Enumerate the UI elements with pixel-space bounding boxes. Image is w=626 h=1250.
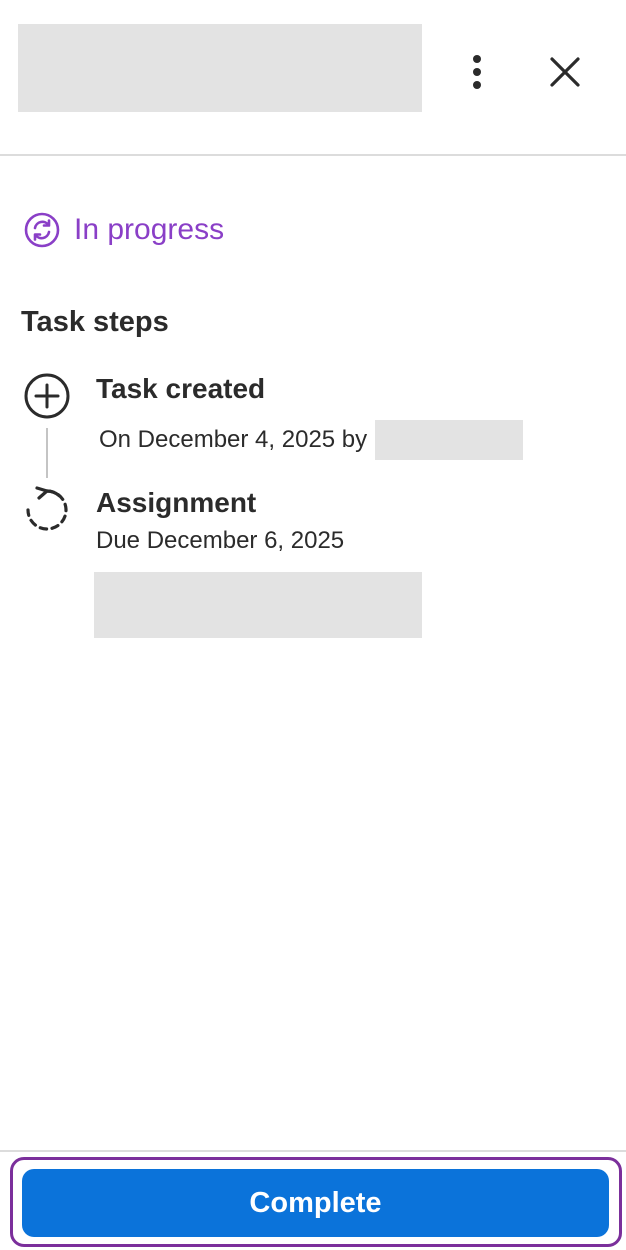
panel-header	[0, 0, 626, 156]
status-label: In progress	[74, 213, 225, 246]
created-date-text: On December 4, 2025 by	[99, 426, 368, 453]
more-vertical-icon	[473, 55, 481, 89]
more-options-button[interactable]	[449, 44, 505, 100]
step-connector	[46, 428, 48, 478]
task-steps-heading: Task steps	[21, 306, 169, 338]
step-subtitle-task-created: On December 4, 2025 by	[99, 420, 524, 460]
creator-name-redacted	[375, 420, 524, 460]
step-title-task-created: Task created	[96, 373, 266, 404]
dashed-circle-arrow-icon	[23, 486, 71, 534]
step-title-assignment: Assignment	[96, 487, 257, 518]
plus-circle-icon	[23, 372, 71, 420]
close-button[interactable]	[537, 44, 593, 100]
task-title-redacted	[18, 24, 422, 112]
assignee-redacted	[94, 572, 422, 638]
close-icon	[550, 57, 580, 87]
task-status: In progress	[24, 208, 224, 252]
complete-button[interactable]: Complete	[22, 1169, 609, 1237]
in-progress-icon	[24, 212, 60, 248]
task-panel: In progress Task steps Task created On D…	[0, 0, 626, 1250]
step-subtitle-assignment: Due December 6, 2025	[96, 527, 345, 554]
